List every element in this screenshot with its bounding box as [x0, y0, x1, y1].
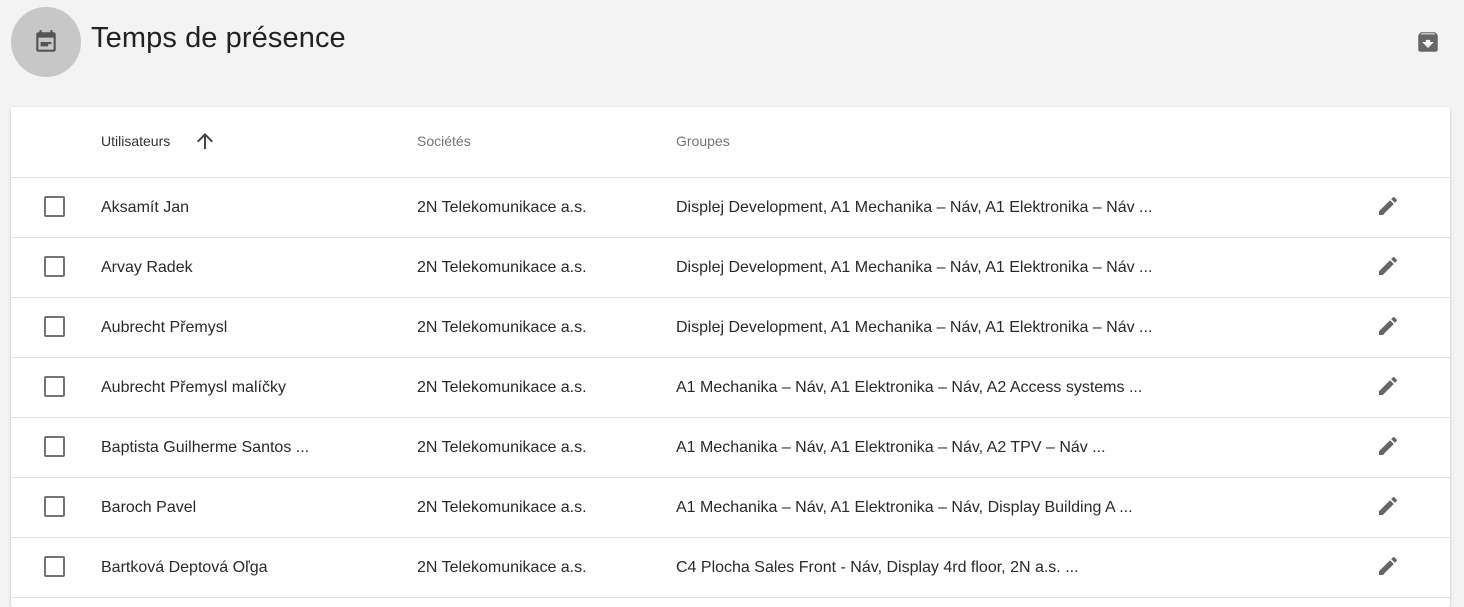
table-row[interactable]: Aksamít Jan 2N Telekomunikace a.s. Displ…: [11, 178, 1450, 238]
column-header-users[interactable]: Utilisateurs: [101, 133, 170, 149]
user-name: Baroch Pavel: [101, 499, 197, 516]
edit-button[interactable]: [1374, 432, 1402, 460]
pencil-edit-icon: [1376, 194, 1400, 218]
edit-button[interactable]: [1374, 192, 1402, 220]
company-name: 2N Telekomunikace a.s.: [417, 259, 587, 276]
groups-list: A1 Mechanika – Náv, A1 Elektronika – Náv…: [676, 439, 1106, 456]
groups-list: A1 Mechanika – Náv, A1 Elektronika – Náv…: [676, 499, 1133, 516]
company-name: 2N Telekomunikace a.s.: [417, 499, 587, 516]
row-checkbox[interactable]: [44, 436, 65, 457]
page-header: Temps de présence: [0, 0, 1464, 90]
archive-download-icon: [1415, 29, 1441, 55]
pencil-edit-icon: [1376, 314, 1400, 338]
page-title: Temps de présence: [91, 22, 346, 54]
user-name: Bartková Deptová Oľga: [101, 559, 268, 576]
user-name: Aksamít Jan: [101, 199, 190, 216]
row-checkbox[interactable]: [44, 256, 65, 277]
pencil-edit-icon: [1376, 554, 1400, 578]
users-table: Utilisateurs Sociétés Groupes Aksamít Ja…: [11, 107, 1450, 607]
edit-button[interactable]: [1374, 552, 1402, 580]
table-row[interactable]: Aubrecht Přemysl 2N Telekomunikace a.s. …: [11, 298, 1450, 358]
user-name: Aubrecht Přemysl: [101, 319, 228, 336]
page-icon-circle: [11, 7, 81, 77]
company-name: 2N Telekomunikace a.s.: [417, 379, 587, 396]
table-row[interactable]: Baroch Pavel 2N Telekomunikace a.s. A1 M…: [11, 478, 1450, 538]
company-name: 2N Telekomunikace a.s.: [417, 199, 587, 216]
calendar-note-icon: [33, 29, 59, 55]
groups-list: Displej Development, A1 Mechanika – Náv,…: [676, 199, 1153, 216]
user-name: Baptista Guilherme Santos ...: [101, 439, 310, 456]
row-checkbox[interactable]: [44, 556, 65, 577]
company-name: 2N Telekomunikace a.s.: [417, 319, 587, 336]
table-row[interactable]: Arvay Radek 2N Telekomunikace a.s. Displ…: [11, 238, 1450, 298]
column-header-companies[interactable]: Sociétés: [417, 133, 471, 149]
pencil-edit-icon: [1376, 494, 1400, 518]
pencil-edit-icon: [1376, 254, 1400, 278]
edit-button[interactable]: [1374, 492, 1402, 520]
company-name: 2N Telekomunikace a.s.: [417, 439, 587, 456]
table-row[interactable]: Aubrecht Přemysl malíčky 2N Telekomunika…: [11, 358, 1450, 418]
groups-list: C4 Plocha Sales Front - Náv, Display 4rd…: [676, 559, 1079, 576]
table-header: Utilisateurs Sociétés Groupes: [11, 107, 1450, 178]
user-name: Arvay Radek: [101, 259, 193, 276]
groups-list: Displej Development, A1 Mechanika – Náv,…: [676, 259, 1153, 276]
groups-list: Displej Development, A1 Mechanika – Náv,…: [676, 319, 1153, 336]
table-row[interactable]: Baptista Guilherme Santos ... 2N Telekom…: [11, 418, 1450, 478]
arrow-up-icon[interactable]: [193, 129, 217, 153]
pencil-edit-icon: [1376, 374, 1400, 398]
export-button[interactable]: [1414, 28, 1442, 56]
edit-button[interactable]: [1374, 252, 1402, 280]
row-checkbox[interactable]: [44, 376, 65, 397]
groups-list: A1 Mechanika – Náv, A1 Elektronika – Náv…: [676, 379, 1143, 396]
row-checkbox[interactable]: [44, 496, 65, 517]
row-checkbox[interactable]: [44, 316, 65, 337]
column-header-groups[interactable]: Groupes: [676, 133, 730, 149]
edit-button[interactable]: [1374, 312, 1402, 340]
table-row[interactable]: Bartková Deptová Oľga 2N Telekomunikace …: [11, 538, 1450, 598]
pencil-edit-icon: [1376, 434, 1400, 458]
row-checkbox[interactable]: [44, 196, 65, 217]
edit-button[interactable]: [1374, 372, 1402, 400]
user-name: Aubrecht Přemysl malíčky: [101, 379, 286, 396]
company-name: 2N Telekomunikace a.s.: [417, 559, 587, 576]
